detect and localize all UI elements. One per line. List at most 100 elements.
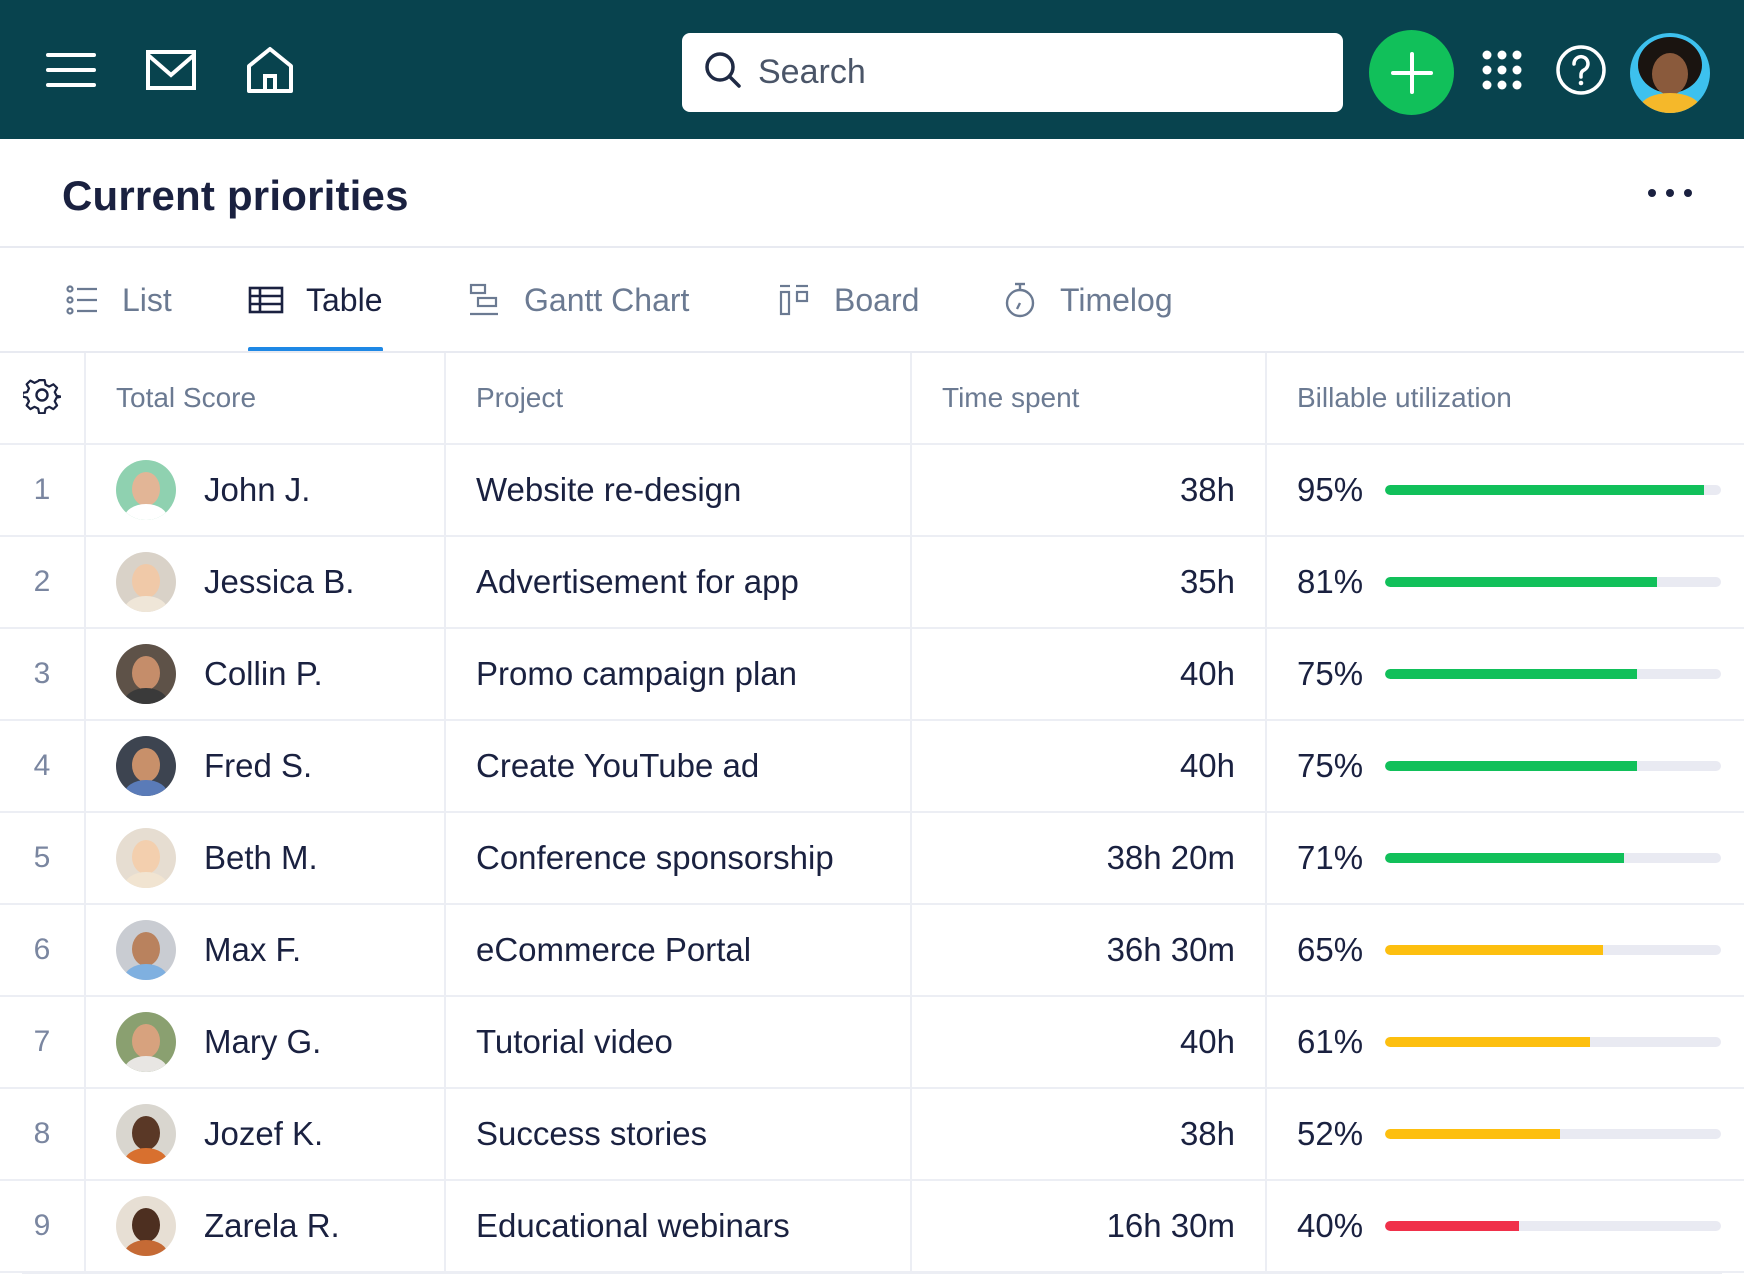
project-name: Create YouTube ad (476, 747, 760, 784)
person-cell[interactable]: Collin P. (86, 629, 446, 719)
utilization-progress-bar (1385, 1037, 1721, 1047)
row-rank: 7 (0, 997, 86, 1087)
tab-gantt-chart[interactable]: Gantt Chart (466, 248, 689, 352)
table-row[interactable]: 5 Beth M. Conference sponsorship 38h 20m… (0, 813, 1744, 905)
person-cell[interactable]: Zarela R. (86, 1181, 446, 1271)
column-header-project[interactable]: Project (446, 353, 912, 443)
column-header-time-spent[interactable]: Time spent (912, 353, 1267, 443)
search-input[interactable] (758, 53, 1318, 92)
tab-table[interactable]: Table (248, 248, 383, 352)
person-name: Jozef K. (204, 1115, 324, 1152)
utilization-percent: 52% (1297, 1115, 1364, 1152)
apps-grid-icon[interactable] (1474, 42, 1530, 98)
utilization-progress-bar (1385, 669, 1721, 679)
plus-icon (1390, 51, 1433, 94)
project-name: Educational webinars (476, 1207, 790, 1244)
column-header-total-score[interactable]: Total Score (86, 353, 446, 443)
time-spent-value: 38h 20m (1106, 839, 1235, 876)
utilization-cell: 65% (1267, 905, 1744, 995)
column-header-billable-utilization[interactable]: Billable utilization (1267, 353, 1744, 443)
tab-timelog[interactable]: Timelog (1002, 248, 1173, 352)
person-name: John J. (204, 471, 311, 508)
avatar (116, 460, 176, 520)
avatar (116, 1012, 176, 1072)
add-button[interactable] (1369, 30, 1454, 115)
search-field[interactable] (682, 33, 1343, 112)
utilization-percent: 40% (1297, 1207, 1364, 1244)
table-row[interactable]: 1 John J. Website re-design 38h 95% (0, 445, 1744, 537)
utilization-cell: 71% (1267, 813, 1744, 903)
project-cell[interactable]: Success stories (446, 1089, 912, 1179)
row-rank: 6 (0, 905, 86, 995)
person-cell[interactable]: Jozef K. (86, 1089, 446, 1179)
project-cell[interactable]: Promo campaign plan (446, 629, 912, 719)
table-row[interactable]: 6 Max F. eCommerce Portal 36h 30m 65% (0, 905, 1744, 997)
tab-label: Gantt Chart (524, 281, 690, 318)
utilization-cell: 75% (1267, 721, 1744, 811)
person-cell[interactable]: Max F. (86, 905, 446, 995)
table-bottom-border (22, 1271, 1722, 1274)
more-options-button[interactable] (1648, 178, 1692, 208)
mail-icon[interactable] (143, 42, 199, 98)
table-row[interactable]: 8 Jozef K. Success stories 38h 52% (0, 1089, 1744, 1181)
project-cell[interactable]: Educational webinars (446, 1181, 912, 1271)
person-cell[interactable]: Mary G. (86, 997, 446, 1087)
avatar (116, 920, 176, 980)
utilization-percent: 65% (1297, 931, 1364, 968)
table-row[interactable]: 4 Fred S. Create YouTube ad 40h 75% (0, 721, 1744, 813)
time-spent-value: 40h (1179, 655, 1235, 692)
tab-board[interactable]: Board (776, 248, 919, 352)
utilization-progress-fill (1385, 761, 1637, 771)
gear-icon (21, 376, 63, 421)
user-avatar[interactable] (1630, 33, 1710, 113)
utilization-progress-fill (1385, 1129, 1560, 1139)
utilization-progress-fill (1385, 1037, 1590, 1047)
project-name: Promo campaign plan (476, 655, 798, 692)
person-cell[interactable]: Fred S. (86, 721, 446, 811)
project-cell[interactable]: Advertisement for app (446, 537, 912, 627)
time-spent-cell: 40h (912, 629, 1267, 719)
project-cell[interactable]: Conference sponsorship (446, 813, 912, 903)
person-name: Mary G. (204, 1023, 322, 1060)
time-spent-value: 38h (1179, 471, 1235, 508)
avatar (116, 644, 176, 704)
time-spent-value: 40h (1179, 1023, 1235, 1060)
person-cell[interactable]: Beth M. (86, 813, 446, 903)
hamburger-menu-icon[interactable] (43, 42, 99, 98)
more-dot (1666, 189, 1674, 197)
table-row[interactable]: 2 Jessica B. Advertisement for app 35h 8… (0, 537, 1744, 629)
table-settings-button[interactable] (0, 353, 86, 443)
list-icon (64, 282, 100, 318)
utilization-progress-bar (1385, 1129, 1721, 1139)
person-cell[interactable]: Jessica B. (86, 537, 446, 627)
utilization-progress-bar (1385, 761, 1721, 771)
utilization-percent: 95% (1297, 471, 1364, 508)
project-cell[interactable]: Tutorial video (446, 997, 912, 1087)
project-cell[interactable]: eCommerce Portal (446, 905, 912, 995)
utilization-progress-bar (1385, 853, 1721, 863)
table-row[interactable]: 9 Zarela R. Educational webinars 16h 30m… (0, 1181, 1744, 1273)
project-name: Website re-design (476, 471, 742, 508)
project-cell[interactable]: Website re-design (446, 445, 912, 535)
home-icon[interactable] (242, 42, 298, 98)
time-spent-value: 35h (1179, 563, 1235, 600)
row-rank: 4 (0, 721, 86, 811)
avatar (116, 828, 176, 888)
table-header-row: Total Score Project Time spent Billable … (0, 353, 1744, 445)
tab-list[interactable]: List (64, 248, 172, 352)
utilization-progress-fill (1385, 485, 1705, 495)
utilization-percent: 75% (1297, 747, 1364, 784)
person-cell[interactable]: John J. (86, 445, 446, 535)
table-icon (248, 282, 284, 318)
priorities-table: Total Score Project Time spent Billable … (0, 353, 1744, 1273)
utilization-percent: 61% (1297, 1023, 1364, 1060)
project-cell[interactable]: Create YouTube ad (446, 721, 912, 811)
table-row[interactable]: 7 Mary G. Tutorial video 40h 61% (0, 997, 1744, 1089)
project-name: eCommerce Portal (476, 931, 752, 968)
avatar (116, 552, 176, 612)
help-circle-icon[interactable] (1553, 42, 1609, 98)
top-navigation-bar (0, 0, 1744, 139)
table-row[interactable]: 3 Collin P. Promo campaign plan 40h 75% (0, 629, 1744, 721)
person-name: Collin P. (204, 655, 323, 692)
time-spent-value: 36h 30m (1106, 931, 1235, 968)
